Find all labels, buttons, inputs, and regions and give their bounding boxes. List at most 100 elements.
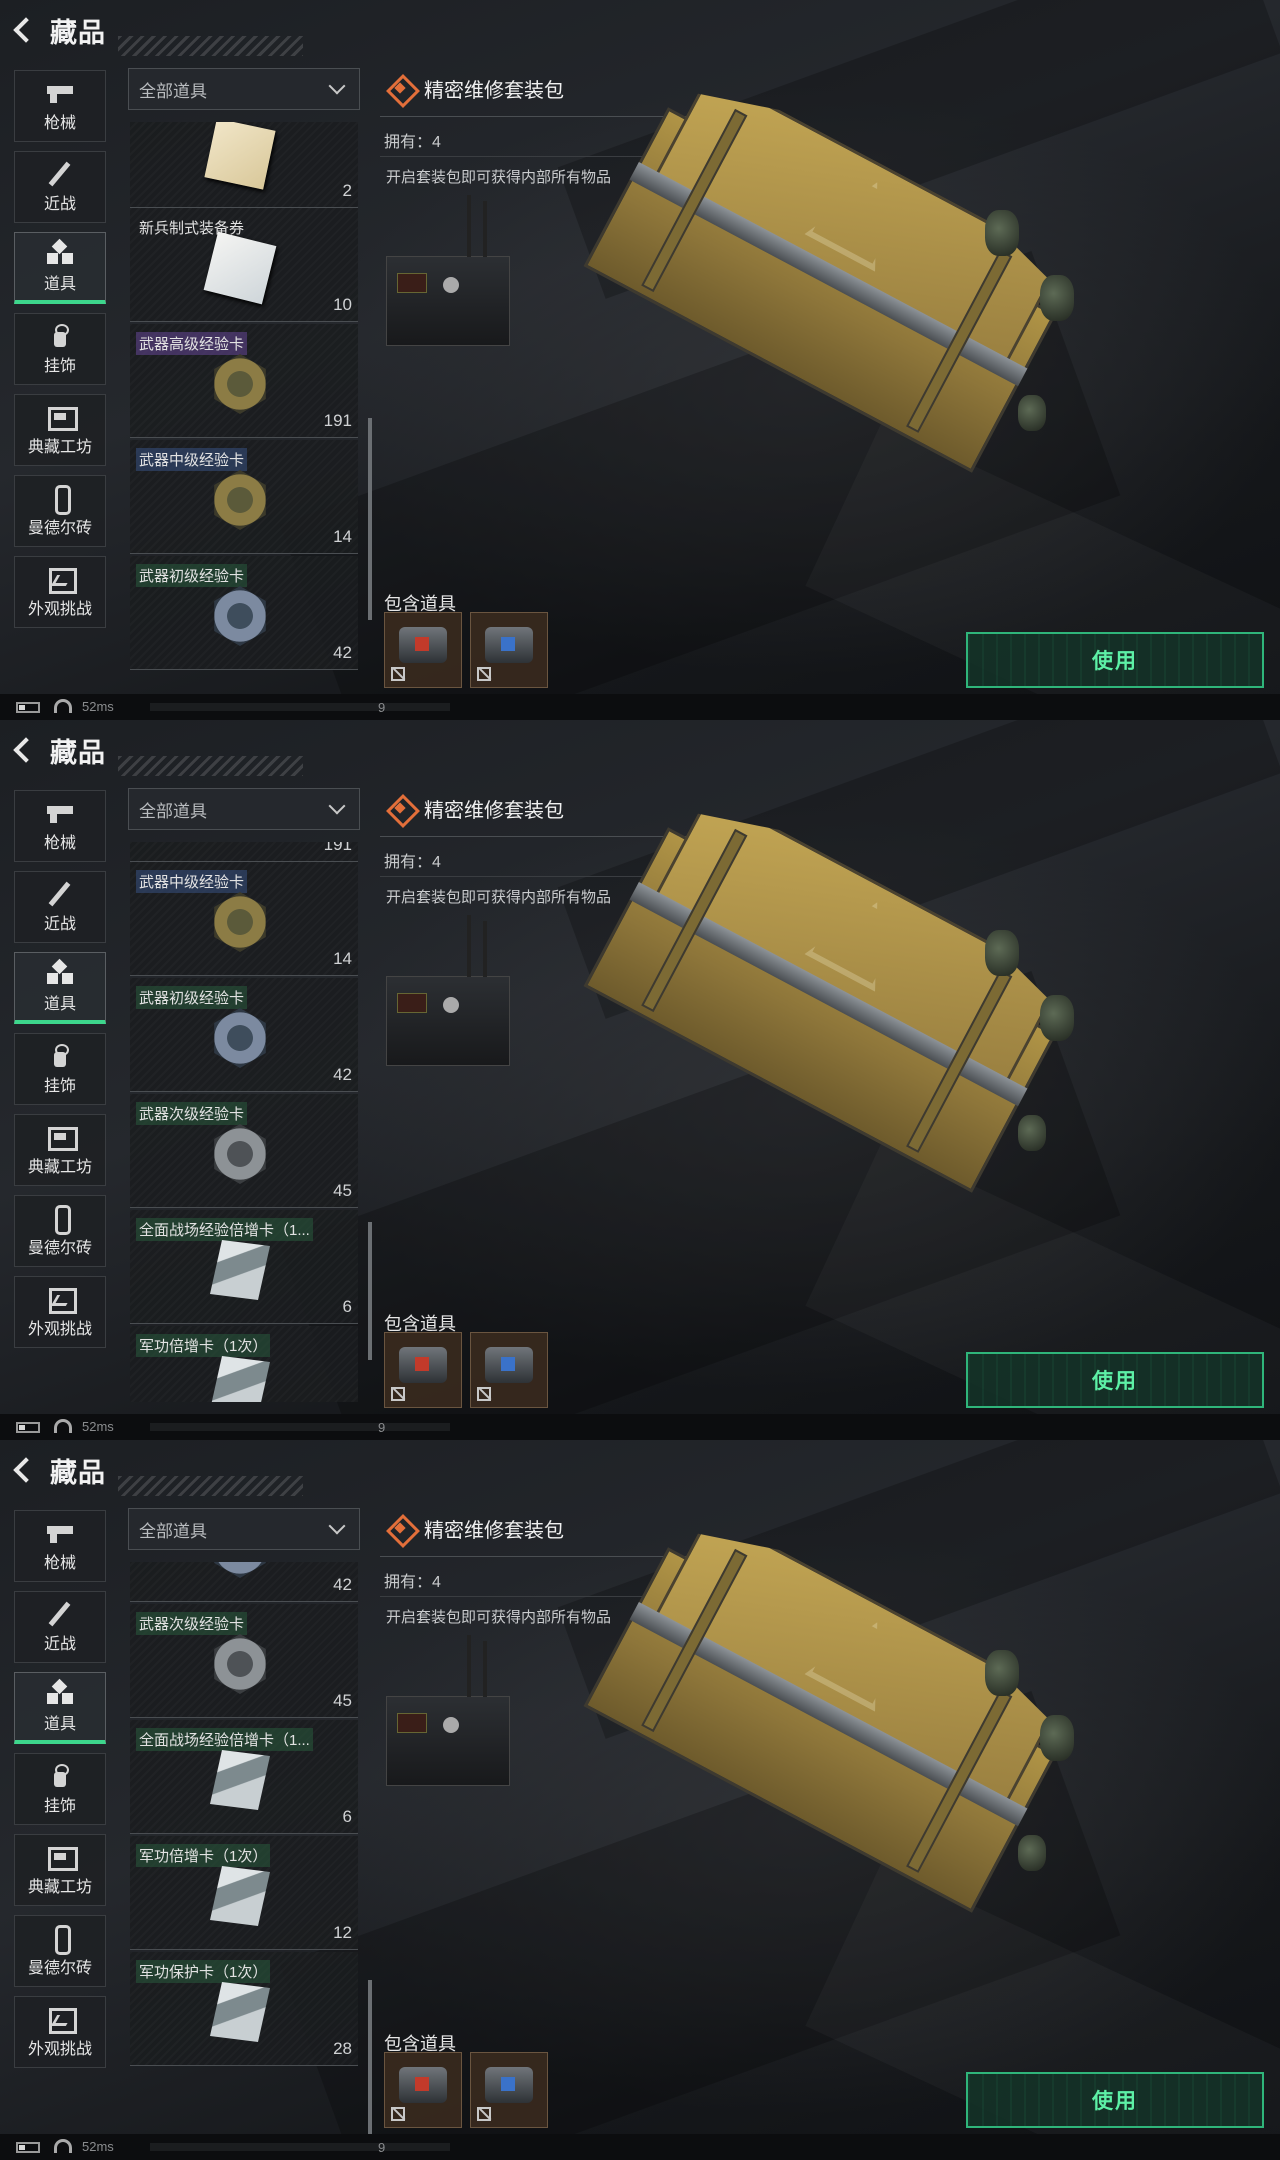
grenade-image <box>1018 1115 1046 1151</box>
back-arrow-icon[interactable] <box>14 1456 40 1484</box>
inventory-screen: 藏品 枪械 近战 道具 挂饰 典藏工坊 <box>0 1440 1280 2160</box>
item-card[interactable]: 全面战场经验倍增卡（1... 6 <box>130 1720 358 1834</box>
item-count: 42 <box>333 643 352 662</box>
content-item-slot[interactable] <box>384 612 462 688</box>
sidebar-item-appearance-challenge[interactable]: 外观挑战 <box>14 1996 106 2068</box>
owned-count: 拥有：4 <box>384 1574 441 1591</box>
use-button[interactable]: 使用 <box>966 632 1264 688</box>
back-arrow-icon[interactable] <box>14 736 40 764</box>
item-description: 开启套装包即可获得内部所有物品 <box>386 169 612 186</box>
item-card[interactable]: 标准制式装备券2 <box>130 122 358 208</box>
content-item-slot[interactable] <box>384 2052 462 2128</box>
cubes-icon <box>45 960 75 986</box>
sidebar-item-guns[interactable]: 枪械 <box>14 790 106 862</box>
sidebar-item-charms[interactable]: 挂饰 <box>14 1753 106 1825</box>
sidebar-item-label: 道具 <box>43 275 76 293</box>
sidebar-item-appearance-challenge[interactable]: 外观挑战 <box>14 1276 106 1348</box>
sidebar-item-guns[interactable]: 枪械 <box>14 1510 106 1582</box>
item-card[interactable]: 军功倍增卡（1次）12 <box>130 1326 358 1402</box>
sidebar-item-melee[interactable]: 近战 <box>14 871 106 943</box>
item-name: 全面战场经验倍增卡（1... <box>136 1218 313 1241</box>
item-thumbnail <box>203 231 277 305</box>
item-title: 精密维修套装包 <box>424 80 564 102</box>
sidebar-item-workshop[interactable]: 典藏工坊 <box>14 1114 106 1186</box>
use-button[interactable]: 使用 <box>966 1352 1264 1408</box>
item-filter-dropdown[interactable]: 全部道具 <box>128 1508 360 1550</box>
item-card[interactable]: 军功保护卡（1次） 28 <box>130 1952 358 2066</box>
picture-icon <box>45 1285 77 1314</box>
wifi-icon <box>54 2139 72 2153</box>
item-filter-dropdown[interactable]: 全部道具 <box>128 68 360 110</box>
content-item-slot[interactable] <box>470 2052 548 2128</box>
content-item-slot[interactable] <box>384 1332 462 1408</box>
sidebar-item-workshop[interactable]: 典藏工坊 <box>14 394 106 466</box>
sidebar-item-melee[interactable]: 近战 <box>14 1591 106 1663</box>
item-card[interactable]: 武器次级经验卡 45 <box>130 1094 358 1208</box>
sidebar-item-charms[interactable]: 挂饰 <box>14 313 106 385</box>
list-scrollbar[interactable] <box>368 1980 372 2140</box>
sidebar-item-appearance-challenge[interactable]: 外观挑战 <box>14 556 106 628</box>
item-card[interactable]: 武器中级经验卡 14 <box>130 440 358 554</box>
item-count: 45 <box>333 1181 352 1200</box>
item-card[interactable]: 武器初级经验卡42 <box>130 556 358 670</box>
category-sidebar: 枪械 近战 道具 挂饰 典藏工坊 曼德尔砖 外观挑战 <box>14 1510 106 2077</box>
sidebar-item-props[interactable]: 道具 <box>14 232 106 304</box>
repair-kit-icon <box>485 2067 533 2103</box>
item-thumbnail <box>210 1750 270 1810</box>
use-button[interactable]: 使用 <box>966 2072 1264 2128</box>
sidebar-item-guns[interactable]: 枪械 <box>14 70 106 142</box>
item-thumbnail <box>214 586 266 646</box>
sidebar-item-label: 枪械 <box>43 835 76 852</box>
sidebar-item-mandel-brick[interactable]: 曼德尔砖 <box>14 1915 106 1987</box>
grenade-image <box>1018 395 1046 431</box>
item-card[interactable]: 武器高级经验卡191 <box>130 324 358 438</box>
item-list[interactable]: 武器初级经验卡42 武器次级经验卡 45 全面战场经验倍增卡（1... 6 军功倍增卡（1… <box>130 1562 358 2122</box>
inventory-screen: 藏品 枪械 近战 道具 挂饰 典藏工坊 <box>0 0 1280 720</box>
item-count: 191 <box>323 411 352 430</box>
item-name: 武器次级经验卡 <box>136 1612 248 1635</box>
item-rarity-icon <box>386 74 414 102</box>
sidebar-item-props[interactable]: 道具 <box>14 1672 106 1744</box>
category-sidebar: 枪械 近战 道具 挂饰 典藏工坊 曼德尔砖 外观挑战 <box>14 790 106 1357</box>
sidebar-item-mandel-brick[interactable]: 曼德尔砖 <box>14 1195 106 1267</box>
content-item-slot[interactable] <box>470 1332 548 1408</box>
cubes-icon <box>45 240 75 266</box>
item-card[interactable]: 武器初级经验卡42 <box>130 978 358 1092</box>
item-description: 开启套装包即可获得内部所有物品 <box>386 1609 612 1626</box>
list-scrollbar[interactable] <box>368 1222 372 1360</box>
sidebar-item-melee[interactable]: 近战 <box>14 151 106 223</box>
sidebar-item-props[interactable]: 道具 <box>14 952 106 1024</box>
item-card[interactable]: 武器高级经验卡191 <box>130 842 358 862</box>
charm-icon <box>45 1042 75 1068</box>
item-card[interactable]: 武器中级经验卡 14 <box>130 862 358 976</box>
item-card[interactable]: 武器初级经验卡42 <box>130 1562 358 1602</box>
divider <box>380 116 705 117</box>
list-scrollbar[interactable] <box>368 418 372 620</box>
locked-icon <box>477 2107 491 2121</box>
sidebar-item-label: 道具 <box>43 1715 76 1733</box>
ping-value: 52ms <box>82 699 114 714</box>
item-card[interactable]: 新兵制式装备券 10 <box>130 208 358 322</box>
item-list[interactable]: 武器高级经验卡191 武器中级经验卡 14 武器初级经验卡 42 武器次级经验卡 45 全面战… <box>130 842 358 1402</box>
gun-icon <box>45 1519 75 1545</box>
item-card[interactable]: 全面战场经验倍增卡（1... 6 <box>130 1210 358 1324</box>
sidebar-item-mandel-brick[interactable]: 曼德尔砖 <box>14 475 106 547</box>
sidebar-item-label: 曼德尔砖 <box>27 1960 92 1977</box>
back-arrow-icon[interactable] <box>14 16 40 44</box>
radio-device-image <box>386 915 510 1066</box>
item-card[interactable]: 军功倍增卡（1次）12 <box>130 1836 358 1950</box>
status-bar: 52ms 9 <box>0 2134 1280 2160</box>
status-track <box>150 2143 450 2151</box>
sidebar-item-label: 近战 <box>43 196 76 213</box>
item-count: 42 <box>333 1575 352 1594</box>
content-item-slot[interactable] <box>470 612 548 688</box>
item-count: 42 <box>333 1065 352 1084</box>
item-list[interactable]: 标准制式装备券2新兵制式装备券10 武器高级经验卡 191 武器中级经验卡 14 武器初级… <box>130 122 358 682</box>
sidebar-item-label: 外观挑战 <box>27 601 92 618</box>
locked-icon <box>477 1387 491 1401</box>
item-filter-dropdown[interactable]: 全部道具 <box>128 788 360 830</box>
sidebar-item-workshop[interactable]: 典藏工坊 <box>14 1834 106 1906</box>
chevron-down-icon <box>328 1517 346 1535</box>
sidebar-item-charms[interactable]: 挂饰 <box>14 1033 106 1105</box>
item-card[interactable]: 武器次级经验卡 45 <box>130 1604 358 1718</box>
